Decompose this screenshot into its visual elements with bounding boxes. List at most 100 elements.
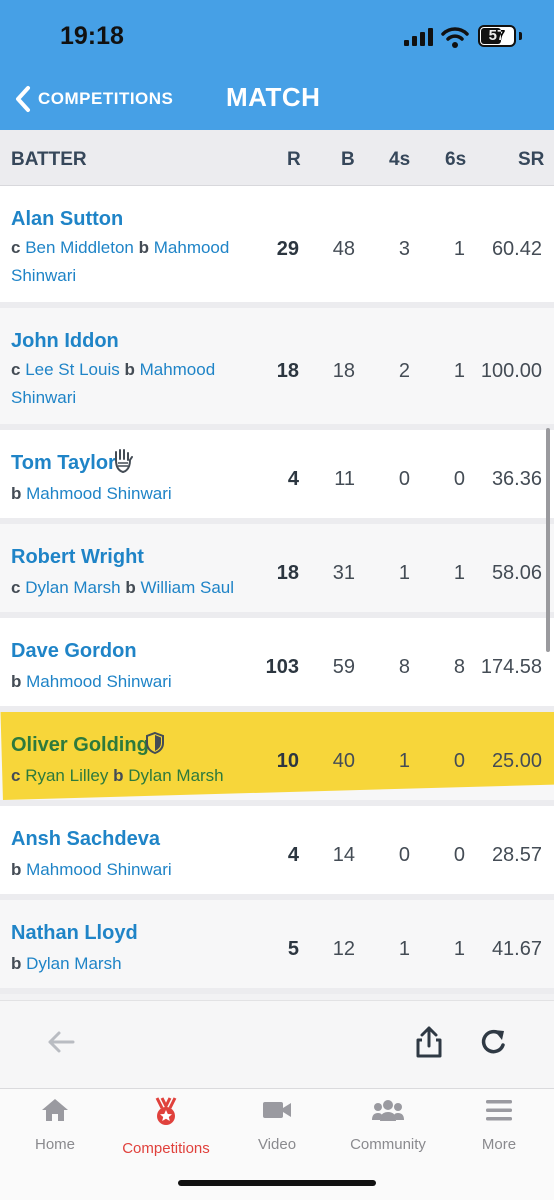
table-row[interactable]: Robert Wright c Dylan Marsh b William Sa… [0, 524, 554, 618]
bowler-link[interactable]: Mahmood Shinwari [26, 484, 172, 503]
bowler-link[interactable]: Mahmood Shinwari [26, 672, 172, 691]
runs: 4 [287, 844, 299, 866]
balls: 18 [332, 360, 355, 382]
column-sixes: 6s [445, 149, 467, 170]
strike-rate: 28.57 [491, 844, 542, 866]
wifi-icon [441, 27, 469, 48]
bowler-link[interactable]: Dylan Marsh [26, 954, 121, 973]
dismissal-type: b [11, 484, 22, 503]
table-row[interactable]: Dave Gordon b Mahmood Shinwari 103 59 8 … [0, 618, 554, 712]
runs: 4 [287, 468, 299, 490]
table-row[interactable]: Oliver Golding c Ryan Lilley b Dylan Mar… [0, 712, 554, 806]
community-icon [372, 1100, 404, 1121]
bowler-link-cont[interactable]: Shinwari [11, 266, 76, 285]
video-camera-icon [263, 1102, 291, 1118]
column-balls: B [341, 149, 355, 170]
balls: 31 [332, 562, 355, 584]
back-button[interactable]: COMPETITIONS [38, 89, 173, 109]
runs: 10 [276, 750, 299, 772]
table-row[interactable]: Alan Sutton c Ben Middleton b Mahmood Shi… [0, 186, 554, 308]
batter-name[interactable]: Dave Gordon [11, 640, 137, 663]
strike-rate: 25.00 [491, 750, 542, 772]
clock: 19:18 [60, 22, 124, 50]
table-row[interactable]: Nathan Lloyd b Dylan Marsh 5 12 1 1 41.6… [0, 900, 554, 994]
fours: 2 [398, 360, 410, 382]
refresh-icon[interactable] [478, 1025, 510, 1059]
back-chevron-icon[interactable] [10, 84, 36, 114]
home-indicator[interactable] [178, 1180, 376, 1186]
tab-more[interactable]: More [444, 1097, 554, 1153]
nav-bar: COMPETITIONS MATCH [0, 74, 554, 122]
sixes: 1 [453, 938, 465, 960]
dismissal-type: b [124, 360, 135, 379]
dismissal-type: c [11, 578, 21, 597]
dismissal: b Mahmood Shinwari [11, 668, 251, 696]
tab-video[interactable]: Video [222, 1097, 332, 1153]
batter-name[interactable]: Tom Taylor [11, 452, 116, 475]
column-fours: 4s [389, 149, 411, 170]
bowler-link[interactable]: Mahmood [140, 360, 216, 379]
batter-name[interactable]: Robert Wright [11, 546, 144, 569]
captain-shield-icon [146, 731, 164, 755]
batter-name[interactable]: Nathan Lloyd [11, 922, 138, 945]
fielder-link[interactable]: Dylan Marsh [25, 578, 120, 597]
strike-rate: 36.36 [491, 468, 542, 490]
batter-name[interactable]: Alan Sutton [11, 208, 123, 231]
sixes: 0 [453, 844, 465, 866]
dismissal: c Dylan Marsh b William Saul [11, 574, 251, 602]
fours: 8 [398, 656, 410, 678]
runs: 18 [276, 562, 299, 584]
table-row[interactable]: Tom Taylor b Mahmood Shinwari 4 11 0 0 3… [0, 430, 554, 524]
batter-name[interactable]: John Iddon [11, 330, 119, 353]
bowler-link-cont[interactable]: Shinwari [11, 388, 76, 407]
table-row[interactable]: John Iddon c Lee St Louis b Mahmood Shinw… [0, 308, 554, 430]
back-arrow-icon[interactable] [46, 1029, 76, 1055]
dismissal-type: c [11, 360, 21, 379]
battery-indicator: 57 [478, 25, 516, 47]
fours: 3 [398, 238, 410, 260]
strike-rate: 100.00 [480, 360, 542, 382]
fours: 1 [398, 562, 410, 584]
table-row[interactable]: Ansh Sachdeva b Mahmood Shinwari 4 14 0 … [0, 806, 554, 900]
strike-rate: 60.42 [491, 238, 542, 260]
bowler-link[interactable]: Dylan Marsh [128, 766, 223, 785]
column-batter: BATTER [11, 149, 87, 170]
column-runs: R [287, 149, 301, 170]
dismissal-type: b [113, 766, 124, 785]
runs: 5 [287, 938, 299, 960]
dismissal-type: b [11, 672, 22, 691]
fielder-link[interactable]: Ben Middleton [25, 238, 134, 257]
strike-rate: 41.67 [491, 938, 542, 960]
batting-scorecard: Alan Sutton c Ben Middleton b Mahmood Shi… [0, 186, 554, 994]
tab-home[interactable]: Home [0, 1097, 110, 1153]
dismissal: b Mahmood Shinwari [11, 480, 251, 508]
tab-label: More [481, 1136, 517, 1153]
share-icon[interactable] [414, 1025, 444, 1059]
balls: 14 [332, 844, 355, 866]
bowler-link[interactable]: Mahmood [154, 238, 230, 257]
home-icon [42, 1099, 68, 1121]
bowler-link[interactable]: William Saul [140, 578, 234, 597]
scrollbar[interactable] [546, 428, 550, 652]
fielder-link[interactable]: Lee St Louis [25, 360, 120, 379]
tab-community[interactable]: Community [333, 1097, 443, 1153]
fielder-link[interactable]: Ryan Lilley [25, 766, 108, 785]
bowler-link[interactable]: Mahmood Shinwari [26, 860, 172, 879]
tab-competitions[interactable]: Competitions [111, 1097, 221, 1157]
scorecard-header: BATTER R B 4s 6s SR [0, 130, 554, 186]
strike-rate: 174.58 [480, 656, 542, 678]
dismissal-type: b [11, 954, 22, 973]
fours: 1 [398, 750, 410, 772]
sixes: 1 [453, 562, 465, 584]
sixes: 0 [453, 468, 465, 490]
sixes: 8 [453, 656, 465, 678]
sixes: 0 [453, 750, 465, 772]
batter-name[interactable]: Oliver Golding [11, 734, 149, 757]
cellular-signal-icon [404, 28, 433, 46]
batter-name[interactable]: Ansh Sachdeva [11, 828, 160, 851]
sixes: 1 [453, 360, 465, 382]
balls: 40 [332, 750, 355, 772]
balls: 59 [332, 656, 355, 678]
tab-label: Competitions [122, 1140, 210, 1157]
dismissal: c Ben Middleton b Mahmood Shinwari [11, 234, 251, 290]
